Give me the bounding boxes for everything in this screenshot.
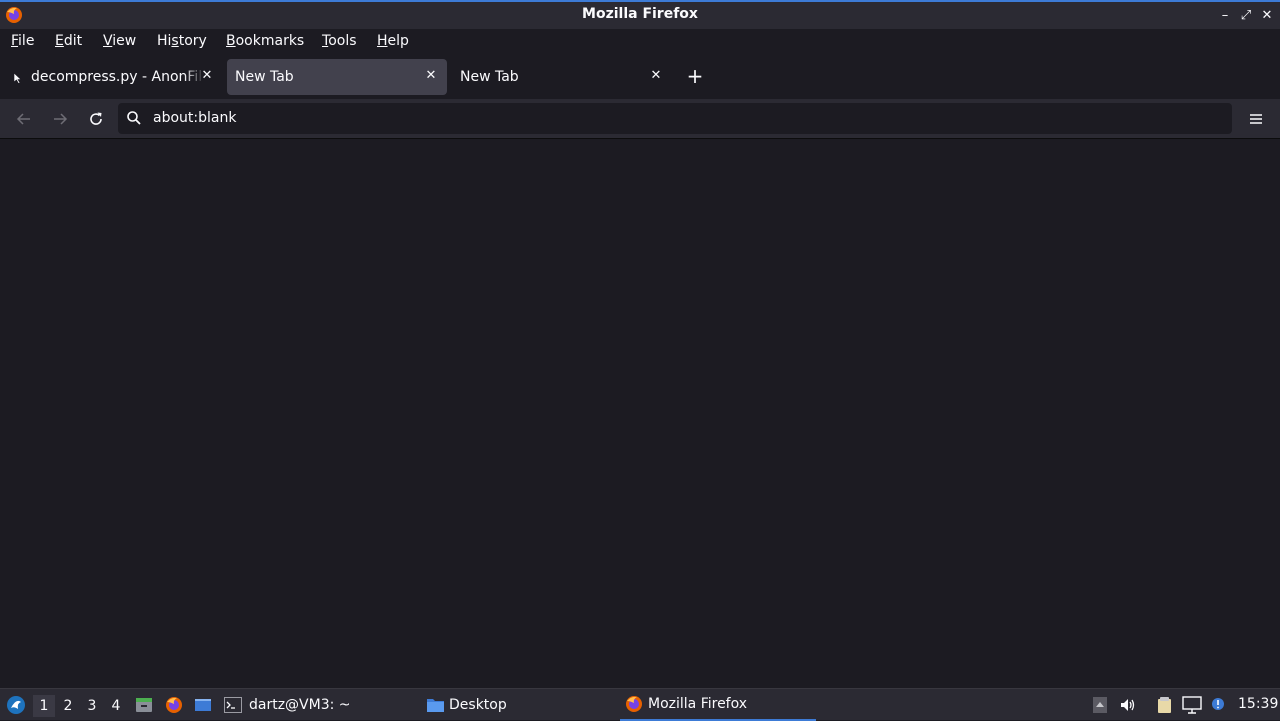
minimize-button[interactable]: – — [1216, 5, 1234, 25]
url-text[interactable]: about:blank — [153, 110, 236, 126]
chevron-up-icon — [1093, 697, 1107, 713]
task-terminal[interactable]: dartz@VM3: ~ — [224, 689, 351, 721]
file-manager-launcher[interactable] — [134, 695, 154, 715]
maximize-button[interactable]: ⤢ — [1237, 5, 1255, 25]
workspace-1[interactable]: 1 — [33, 695, 55, 717]
workspace-4[interactable]: 4 — [105, 695, 127, 717]
clipboard-tray[interactable] — [1155, 695, 1175, 715]
network-tray[interactable] — [1182, 695, 1202, 715]
arrow-right-icon — [54, 113, 68, 125]
reload-button[interactable] — [84, 107, 108, 131]
window-titlebar[interactable]: Mozilla Firefox – ⤢ ✕ — [0, 0, 1280, 29]
mouse-cursor-icon — [13, 72, 22, 84]
app-menu-button[interactable] — [1246, 107, 1266, 131]
terminal-icon — [224, 697, 242, 713]
menu-edit[interactable]: Edit — [55, 33, 82, 49]
file-cabinet-icon — [136, 698, 152, 712]
folder-icon — [427, 699, 444, 712]
page-content[interactable] — [0, 140, 1280, 688]
menu-bookmarks[interactable]: Bookmarks — [226, 33, 304, 49]
network-icon — [1182, 696, 1202, 714]
navigation-toolbar: about:blank — [0, 99, 1280, 139]
window-title: Mozilla Firefox — [582, 6, 698, 22]
menu-tools[interactable]: Tools — [322, 33, 357, 49]
task-label: Mozilla Firefox — [648, 696, 748, 712]
tab-label: New Tab — [460, 69, 519, 85]
volume-icon — [1121, 699, 1135, 711]
notification-icon — [1212, 698, 1224, 710]
firefox-icon — [626, 696, 642, 712]
volume-tray[interactable] — [1118, 695, 1138, 715]
clipboard-icon — [1158, 697, 1171, 713]
show-desktop-icon — [195, 699, 211, 711]
distro-logo-icon — [7, 696, 25, 714]
firefox-icon — [166, 697, 182, 713]
task-label: Desktop — [449, 697, 507, 713]
tab-close-icon[interactable]: ✕ — [423, 68, 439, 86]
tab-label: decompress.py - AnonFiles — [31, 69, 201, 85]
hamburger-icon — [1250, 114, 1262, 124]
desktop-launcher[interactable] — [193, 695, 213, 715]
clock[interactable]: 15:39 — [1238, 696, 1278, 712]
tray-arrow[interactable] — [1090, 695, 1110, 715]
tab-close-icon[interactable]: ✕ — [199, 68, 215, 86]
menu-view[interactable]: View — [103, 33, 136, 49]
back-button[interactable] — [12, 107, 36, 131]
taskbar: 1 2 3 4 dartz@VM3: ~ Desktop Mozilla Fir… — [0, 688, 1280, 721]
tab-label: New Tab — [235, 69, 294, 85]
new-tab-button[interactable]: + — [684, 65, 706, 89]
task-label: dartz@VM3: ~ — [249, 697, 351, 713]
arrow-left-icon — [16, 113, 30, 125]
firefox-launcher[interactable] — [164, 695, 184, 715]
close-window-button[interactable]: ✕ — [1258, 5, 1276, 25]
menu-history[interactable]: History — [157, 33, 207, 49]
menu-help[interactable]: Help — [377, 33, 409, 49]
tab-new-tab-selected[interactable]: New Tab ✕ — [227, 59, 447, 95]
notification-tray[interactable] — [1208, 695, 1228, 715]
task-desktop[interactable]: Desktop — [426, 689, 507, 721]
workspace-3[interactable]: 3 — [81, 695, 103, 717]
tab-decompress[interactable]: decompress.py - AnonFiles ✕ — [4, 59, 222, 95]
reload-icon — [90, 112, 102, 125]
url-bar[interactable]: about:blank — [118, 103, 1232, 134]
tab-bar: decompress.py - AnonFiles ✕ New Tab ✕ Ne… — [0, 56, 1280, 98]
tab-close-icon[interactable]: ✕ — [648, 68, 664, 86]
menu-bar: File Edit View History Bookmarks Tools H… — [0, 29, 1280, 54]
search-icon — [127, 111, 141, 125]
task-firefox-active[interactable]: Mozilla Firefox — [620, 689, 816, 721]
tab-new-tab[interactable]: New Tab ✕ — [452, 59, 672, 95]
forward-button[interactable] — [48, 107, 72, 131]
start-menu-button[interactable] — [5, 694, 27, 716]
menu-file[interactable]: File — [11, 33, 34, 49]
workspace-2[interactable]: 2 — [57, 695, 79, 717]
